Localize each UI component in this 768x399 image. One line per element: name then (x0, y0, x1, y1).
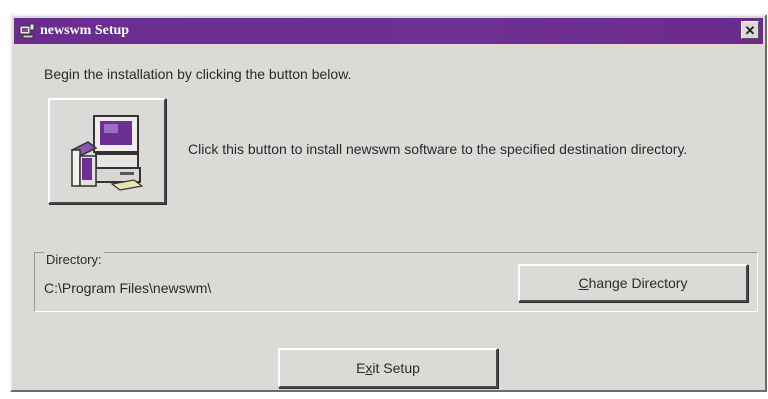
exit-setup-button[interactable]: Exit Setup (278, 348, 498, 388)
setup-window: newswm Setup ✕ Begin the installation by… (10, 14, 767, 392)
title-bar[interactable]: newswm Setup ✕ (14, 18, 763, 44)
install-button[interactable] (48, 98, 166, 204)
change-directory-button[interactable]: Change Directory (518, 264, 748, 302)
install-description: Click this button to install newswm soft… (188, 141, 688, 157)
intro-text: Begin the installation by clicking the b… (44, 66, 352, 82)
window-title: newswm Setup (40, 23, 130, 38)
directory-path: C:\Program Files\newswm\ (44, 280, 212, 296)
exit-setup-label: Exit Setup (356, 360, 420, 376)
computer-install-icon (70, 115, 144, 191)
close-button[interactable]: ✕ (741, 21, 759, 39)
change-directory-label: Change Directory (578, 275, 688, 291)
close-icon: ✕ (744, 22, 756, 38)
directory-label: Directory: (44, 252, 104, 267)
setup-icon (18, 22, 36, 40)
